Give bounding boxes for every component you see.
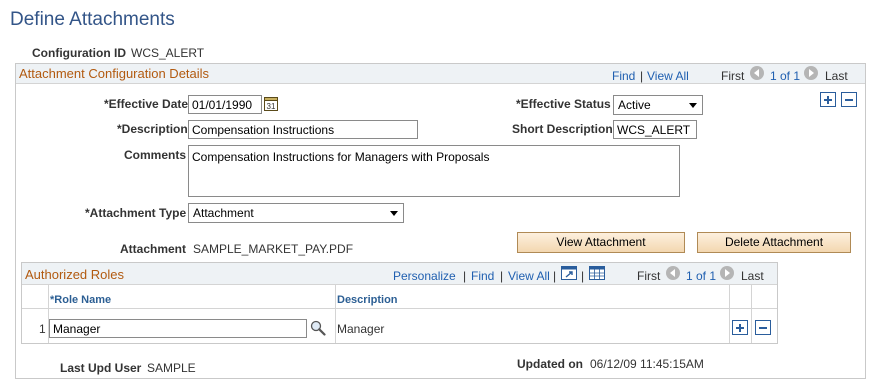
roles-find-link[interactable]: Find xyxy=(471,269,494,283)
description-column-header[interactable]: Description xyxy=(337,294,398,306)
role-description: Manager xyxy=(337,322,385,336)
roles-range: 1 of 1 xyxy=(686,269,717,283)
attachment-type-select[interactable]: Attachment xyxy=(188,203,404,223)
short-description-input[interactable] xyxy=(613,120,697,139)
last-upd-user-label: Last Upd User xyxy=(60,361,142,375)
roles-column-header-row xyxy=(22,285,777,309)
roles-separator: | xyxy=(581,269,585,283)
details-find-link[interactable]: Find xyxy=(612,69,635,83)
description-input[interactable] xyxy=(188,120,418,139)
comments-textarea[interactable]: Compensation Instructions for Managers w… xyxy=(188,145,680,197)
roles-personalize-link[interactable]: Personalize xyxy=(393,269,456,283)
new-window-icon[interactable] xyxy=(561,266,577,280)
chevron-down-icon xyxy=(689,103,697,108)
add-role-row-icon[interactable] xyxy=(732,320,748,335)
details-first-label: First xyxy=(721,69,745,83)
spreadsheet-icon[interactable] xyxy=(589,266,605,280)
attachment-type-label: *Attachment Type xyxy=(85,206,187,220)
svg-text:31: 31 xyxy=(267,102,276,111)
row-number: 1 xyxy=(39,322,46,336)
details-section-title: Attachment Configuration Details xyxy=(19,66,210,81)
roles-section-title: Authorized Roles xyxy=(25,267,124,282)
configuration-id-label: Configuration ID xyxy=(32,46,126,60)
details-range: 1 of 1 xyxy=(770,69,801,83)
last-upd-user-value: SAMPLE xyxy=(147,361,196,375)
effective-date-label: *Effective Date xyxy=(104,97,189,111)
details-delete-row-icon[interactable] xyxy=(841,92,857,107)
delete-attachment-button[interactable]: Delete Attachment xyxy=(697,232,851,253)
roles-separator: | xyxy=(463,269,467,283)
role-name-input[interactable] xyxy=(49,319,307,338)
details-separator: | xyxy=(640,69,644,83)
attachment-label: Attachment xyxy=(120,242,187,256)
roles-separator: | xyxy=(500,269,504,283)
page-title: Define Attachments xyxy=(10,9,175,30)
short-description-label: Short Description xyxy=(512,122,613,136)
role-name-column-header[interactable]: *Role Name xyxy=(50,294,111,306)
column-divider xyxy=(751,285,752,343)
effective-status-value: Active xyxy=(618,98,651,112)
view-attachment-button[interactable]: View Attachment xyxy=(517,232,685,253)
details-add-row-icon[interactable] xyxy=(820,92,836,107)
roles-next-icon[interactable] xyxy=(720,266,734,280)
roles-first-label: First xyxy=(637,269,661,283)
updated-on-label: Updated on xyxy=(517,357,583,371)
configuration-id-value: WCS_ALERT xyxy=(131,46,205,60)
roles-previous-icon[interactable] xyxy=(666,266,680,280)
column-divider xyxy=(729,285,730,343)
roles-view-all-link[interactable]: View All xyxy=(508,269,550,283)
attachment-filename: SAMPLE_MARKET_PAY.PDF xyxy=(193,242,354,256)
effective-status-select[interactable]: Active xyxy=(613,95,703,115)
magnifier-icon[interactable] xyxy=(310,320,326,336)
attachment-type-value: Attachment xyxy=(193,206,254,220)
calendar-icon[interactable]: 31 xyxy=(264,96,278,111)
details-previous-icon[interactable] xyxy=(750,66,764,80)
details-view-all-link[interactable]: View All xyxy=(647,69,689,83)
delete-role-row-icon[interactable] xyxy=(755,320,771,335)
roles-separator: | xyxy=(553,269,557,283)
description-label: *Description xyxy=(117,122,188,136)
roles-last-label: Last xyxy=(741,269,764,283)
details-next-icon[interactable] xyxy=(804,66,818,80)
column-divider xyxy=(335,285,336,343)
updated-on-value: 06/12/09 11:45:15AM xyxy=(590,357,704,371)
details-last-label: Last xyxy=(825,69,848,83)
effective-date-input[interactable] xyxy=(188,95,262,114)
chevron-down-icon xyxy=(390,211,398,216)
effective-status-label: *Effective Status xyxy=(516,97,611,111)
comments-label: Comments xyxy=(124,148,187,162)
